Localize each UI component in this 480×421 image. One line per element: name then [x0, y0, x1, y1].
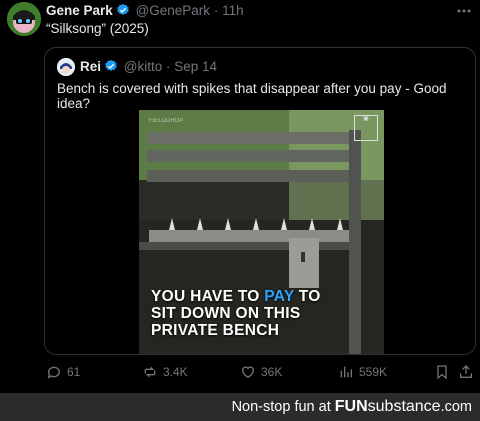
quote-verified-badge-icon: [104, 59, 118, 76]
video-frame[interactable]: FIELDDROP ▣ YOU HAVE TO PAY TO SIT DOWN …: [139, 110, 384, 354]
quoted-tweet[interactable]: Rei @kitto · Sep 14 Bench is covered wit…: [44, 47, 476, 355]
repost-count: 3.4K: [163, 365, 188, 379]
site-footer-banner: Non-stop fun at FUNsubstance.com: [0, 393, 480, 421]
views-chart-icon: [338, 364, 354, 380]
tweet-timestamp[interactable]: 11h: [222, 3, 244, 18]
quote-author-handle[interactable]: @kitto: [124, 59, 162, 74]
verified-badge-icon: [116, 3, 130, 20]
brand-bold[interactable]: FUN: [335, 398, 368, 415]
author-avatar[interactable]: [7, 2, 41, 36]
camera-icon: ▣: [354, 115, 378, 141]
author-name[interactable]: Gene Park: [46, 3, 113, 18]
separator-dot: ·: [213, 3, 219, 18]
watermark-label: FIELDDROP: [149, 118, 184, 124]
reply-icon: [46, 364, 62, 380]
quote-separator-dot: ·: [166, 59, 171, 74]
quote-media[interactable]: FIELDDROP ▣ YOU HAVE TO PAY TO SIT DOWN …: [45, 110, 475, 354]
reply-count: 61: [67, 365, 81, 379]
tweet[interactable]: Gene Park @GenePark · 11h “Silksong” (20…: [0, 0, 480, 393]
caption-part2: TO: [294, 288, 321, 305]
quote-author-name[interactable]: Rei: [80, 59, 101, 74]
views-button[interactable]: 559K: [338, 364, 387, 380]
views-count: 559K: [359, 365, 388, 379]
video-caption: YOU HAVE TO PAY TO SIT DOWN ON THIS PRIV…: [151, 288, 321, 339]
caption-line2: SIT DOWN ON THIS: [151, 305, 301, 322]
bookmark-icon: [434, 364, 450, 380]
quote-text: Bench is covered with spikes that disapp…: [57, 81, 447, 111]
heart-icon: [240, 364, 256, 380]
like-count: 36K: [261, 365, 283, 379]
footer-tagline: Non-stop fun at: [231, 399, 335, 415]
quote-timestamp[interactable]: Sep 14: [174, 59, 217, 74]
share-button[interactable]: [458, 364, 474, 380]
brand-tld[interactable]: .com: [441, 399, 472, 415]
footer-text: Non-stop fun at FUNsubstance.com: [232, 398, 472, 416]
author-handle[interactable]: @GenePark: [136, 3, 211, 18]
tweet-header: Gene Park @GenePark · 11h: [46, 3, 244, 20]
repost-icon: [142, 364, 158, 380]
quote-header: Rei @kitto · Sep 14: [80, 59, 217, 76]
caption-highlight: PAY: [264, 288, 295, 305]
reply-button[interactable]: 61: [46, 364, 80, 380]
share-icon: [458, 364, 474, 380]
brand-rest[interactable]: substance: [368, 398, 441, 415]
action-bar: 61 3.4K 36K 559K: [44, 364, 474, 384]
quote-author-avatar[interactable]: [57, 58, 75, 76]
bookmark-button[interactable]: [434, 364, 450, 380]
repost-button[interactable]: 3.4K: [142, 364, 188, 380]
caption-part1: YOU HAVE TO: [151, 288, 265, 305]
tweet-text: “Silksong” (2025): [46, 21, 149, 36]
like-button[interactable]: 36K: [240, 364, 282, 380]
caption-line3: PRIVATE BENCH: [151, 322, 280, 339]
more-horizontal-icon[interactable]: [456, 4, 472, 21]
